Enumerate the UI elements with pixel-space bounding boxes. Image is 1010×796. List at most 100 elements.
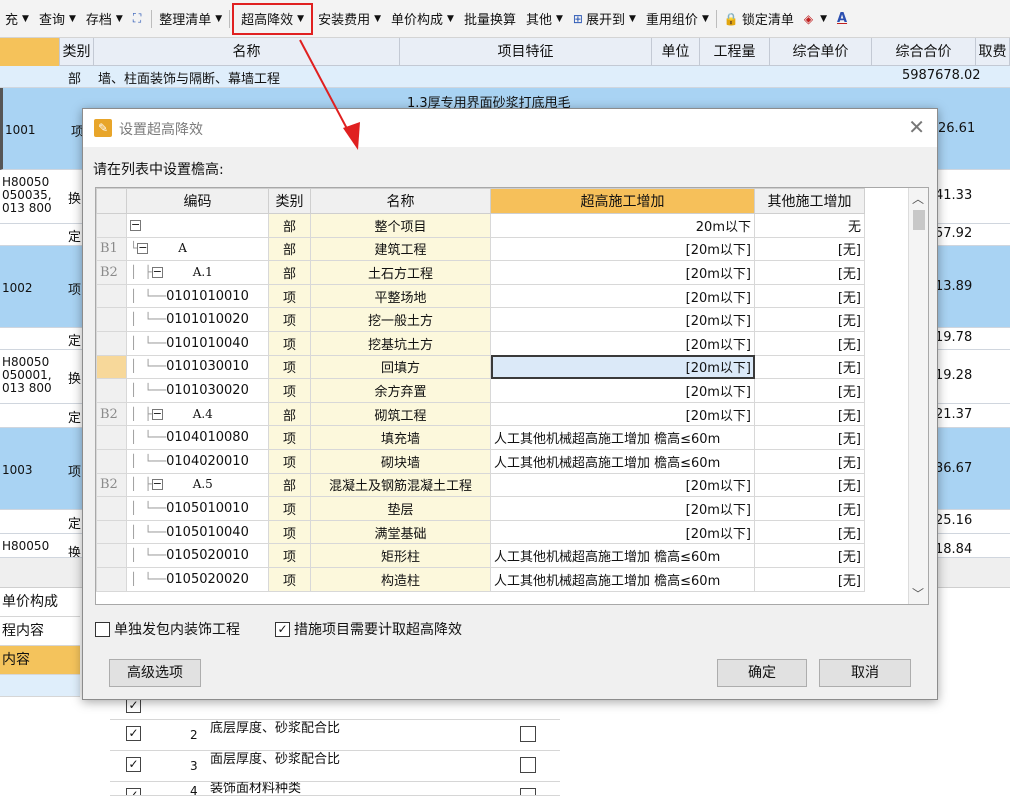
grid-header-feature[interactable]: 项目特征 bbox=[400, 38, 652, 66]
other-construction-select[interactable]: [无] bbox=[754, 354, 865, 380]
toolbar-super-height-menu[interactable]: 超高降效 ▼ bbox=[232, 2, 314, 35]
close-icon[interactable]: ✕ bbox=[908, 115, 925, 139]
other-construction-select[interactable]: [无] bbox=[754, 496, 865, 521]
toolbar-query-menu[interactable]: 查询 ▼ bbox=[34, 6, 81, 32]
super-height-select[interactable]: [20m以下] bbox=[490, 354, 755, 380]
tree-header-name[interactable]: 名称 bbox=[310, 188, 491, 214]
tree-row[interactable]: │ └──0101010010 项平整场地 [20m以下] [无] bbox=[96, 283, 865, 309]
toolbar-install-fee-menu[interactable]: 安装费用 ▼ bbox=[313, 6, 386, 32]
tree-header-other[interactable]: 其他施工增加 bbox=[754, 188, 865, 214]
toolbar-supplement-menu[interactable]: 充 ▼ bbox=[0, 6, 34, 32]
super-height-select[interactable]: [20m以下] bbox=[490, 330, 755, 356]
list-item[interactable]: ✓ 3 面层厚度、砂浆配合比 bbox=[110, 751, 560, 782]
tree-row-code-cell[interactable]: └− A bbox=[126, 236, 269, 262]
other-construction-select[interactable]: [无] bbox=[754, 543, 865, 568]
tab-unit-price-composition[interactable]: 单价构成 bbox=[0, 588, 80, 617]
other-construction-select[interactable]: 无 bbox=[754, 213, 865, 238]
tree-header-code[interactable]: 编码 bbox=[126, 188, 269, 214]
tree-row-code-cell[interactable]: │ └──0101010010 bbox=[126, 283, 269, 309]
toolbar-organize-list-menu[interactable]: 整理清单 ▼ bbox=[154, 6, 227, 32]
other-construction-select[interactable]: [无] bbox=[754, 448, 865, 474]
tree-row[interactable]: │ └──0105010010 项垫层 [20m以下] [无] bbox=[96, 496, 865, 521]
tree-row-code-cell[interactable]: │ └──0104020010 bbox=[126, 448, 269, 474]
vertical-scrollbar[interactable]: ︿ ﹀ bbox=[908, 188, 928, 604]
output-checkbox[interactable] bbox=[520, 726, 536, 742]
super-height-select[interactable]: [20m以下] bbox=[490, 472, 755, 498]
tree-row-code-cell[interactable]: │ └──0105010010 bbox=[126, 496, 269, 521]
tree-row[interactable]: │ └──0105020020 项构造柱 人工其他机械超高施工增加 檐高≤60m [无… bbox=[96, 566, 865, 592]
output-checkbox[interactable] bbox=[520, 788, 536, 795]
tree-row[interactable]: │ └──0104010080 项填充墙 人工其他机械超高施工增加 檐高≤60m [无… bbox=[96, 425, 865, 450]
toolbar-other-menu[interactable]: 其他 ▼ bbox=[521, 6, 568, 32]
other-construction-select[interactable]: [无] bbox=[754, 519, 865, 545]
list-item[interactable]: ✓ 4 装饰面材料种类 bbox=[110, 782, 560, 796]
collapse-toggle-icon[interactable]: − bbox=[137, 242, 149, 255]
tree-row-code-cell[interactable]: │ └──0101030020 bbox=[126, 378, 269, 403]
grid-header-name[interactable]: 名称 bbox=[94, 38, 400, 66]
tree-row[interactable]: B2 │ ├− A.5 部混凝土及钢筋混凝土工程 [20m以下] [无] bbox=[96, 472, 865, 498]
toolbar-expand-menu[interactable]: ⊞ 展开到 ▼ bbox=[568, 6, 641, 32]
other-construction-select[interactable]: [无] bbox=[754, 260, 865, 285]
tree-row-code-cell[interactable]: │ ├− A.1 bbox=[126, 260, 269, 285]
collapse-toggle-icon[interactable]: − bbox=[130, 219, 141, 231]
tree-row-code-cell[interactable]: │ └──0105010040 bbox=[126, 519, 269, 545]
tree-row[interactable]: │ └──0101030020 项余方弃置 [20m以下] [无] bbox=[96, 378, 865, 403]
scrollbar-thumb[interactable] bbox=[913, 210, 925, 230]
grid-header-unit[interactable]: 单位 bbox=[652, 38, 700, 66]
tree-row-code-cell[interactable]: − bbox=[126, 213, 269, 238]
super-height-select[interactable]: [20m以下] bbox=[490, 519, 755, 545]
feature-checkbox[interactable]: ✓ bbox=[126, 698, 141, 713]
tree-row-code-cell[interactable]: │ ├− A.4 bbox=[126, 401, 269, 427]
other-construction-select[interactable]: [无] bbox=[754, 425, 865, 450]
other-construction-select[interactable]: [无] bbox=[754, 283, 865, 309]
ok-button[interactable]: 确定 bbox=[717, 659, 807, 687]
tree-row-code-cell[interactable]: │ └──0101010020 bbox=[126, 307, 269, 332]
tree-row[interactable]: B2 │ ├− A.1 部土石方工程 [20m以下] [无] bbox=[96, 260, 865, 285]
toolbar-archive-menu[interactable]: 存档 ▼ bbox=[81, 6, 128, 32]
super-height-select[interactable]: [20m以下] bbox=[490, 378, 755, 403]
tree-row[interactable]: B1 └− A 部建筑工程 [20m以下] [无] bbox=[96, 236, 865, 262]
super-height-select[interactable]: [20m以下] bbox=[490, 307, 755, 332]
tree-row[interactable]: │ └──0101010020 项挖一般土方 [20m以下] [无] bbox=[96, 307, 865, 332]
grid-header-fee[interactable]: 取费 bbox=[976, 38, 1010, 66]
super-height-select[interactable]: [20m以下] bbox=[490, 496, 755, 521]
toolbar-fill-color-button[interactable]: ◈ ▼ bbox=[799, 6, 832, 32]
collapse-toggle-icon[interactable]: − bbox=[151, 478, 163, 491]
super-height-select[interactable]: [20m以下] bbox=[490, 283, 755, 309]
tree-row[interactable]: B2 │ ├− A.4 部砌筑工程 [20m以下] [无] bbox=[96, 401, 865, 427]
chevron-down-icon[interactable]: ﹀ bbox=[912, 585, 924, 602]
super-height-select[interactable]: 人工其他机械超高施工增加 檐高≤60m bbox=[490, 448, 755, 474]
tree-row-code-cell[interactable]: │ └──0104010080 bbox=[126, 425, 269, 450]
other-construction-select[interactable]: [无] bbox=[754, 330, 865, 356]
tree-row-code-cell[interactable]: │ └──0105020020 bbox=[126, 566, 269, 592]
tab-content[interactable]: 内容 bbox=[0, 646, 80, 675]
chevron-up-icon[interactable]: ︿ bbox=[912, 190, 924, 207]
toolbar-batch-convert-button[interactable]: 批量换算 bbox=[459, 6, 521, 32]
output-checkbox[interactable] bbox=[520, 757, 536, 773]
tree-row-code-cell[interactable]: │ └──0101010040 bbox=[126, 330, 269, 356]
tree-row[interactable]: │ └──0101030010 项回填方 [20m以下] [无] bbox=[96, 354, 865, 380]
super-height-select[interactable]: [20m以下] bbox=[490, 401, 755, 427]
super-height-select[interactable]: 人工其他机械超高施工增加 檐高≤60m bbox=[490, 425, 755, 450]
tree-row-code-cell[interactable]: │ └──0105020010 bbox=[126, 543, 269, 568]
toolbar-find-button[interactable]: ⛶ bbox=[128, 6, 149, 32]
super-height-select[interactable]: [20m以下] bbox=[490, 236, 755, 262]
tree-row[interactable]: │ └──0104020010 项砌块墙 人工其他机械超高施工增加 檐高≤60m [无… bbox=[96, 448, 865, 474]
tree-header-type[interactable]: 类别 bbox=[268, 188, 311, 214]
cancel-button[interactable]: 取消 bbox=[819, 659, 911, 687]
option-measure-checkbox[interactable]: ✓ 措施项目需要计取超高降效 bbox=[275, 619, 462, 639]
grid-header-type[interactable]: 类别 bbox=[60, 38, 94, 66]
other-construction-select[interactable]: [无] bbox=[754, 236, 865, 262]
other-construction-select[interactable]: [无] bbox=[754, 401, 865, 427]
advanced-options-button[interactable]: 高级选项 bbox=[109, 659, 201, 687]
feature-checkbox[interactable]: ✓ bbox=[126, 757, 141, 772]
grid-header-total-price[interactable]: 综合合价 bbox=[872, 38, 976, 66]
super-height-select[interactable]: 人工其他机械超高施工增加 檐高≤60m bbox=[490, 566, 755, 592]
option-decor-checkbox[interactable]: 单独发包内装饰工程 bbox=[95, 619, 240, 639]
dialog-titlebar[interactable]: ✎ 设置超高降效 ✕ bbox=[83, 109, 937, 147]
feature-checkbox[interactable]: ✓ bbox=[126, 726, 141, 741]
grid-header-unit-price[interactable]: 综合单价 bbox=[770, 38, 872, 66]
tree-row-code-cell[interactable]: │ ├− A.5 bbox=[126, 472, 269, 498]
list-item[interactable]: ✓ 2 底层厚度、砂浆配合比 bbox=[110, 720, 560, 751]
toolbar-unit-price-menu[interactable]: 单价构成 ▼ bbox=[386, 6, 459, 32]
